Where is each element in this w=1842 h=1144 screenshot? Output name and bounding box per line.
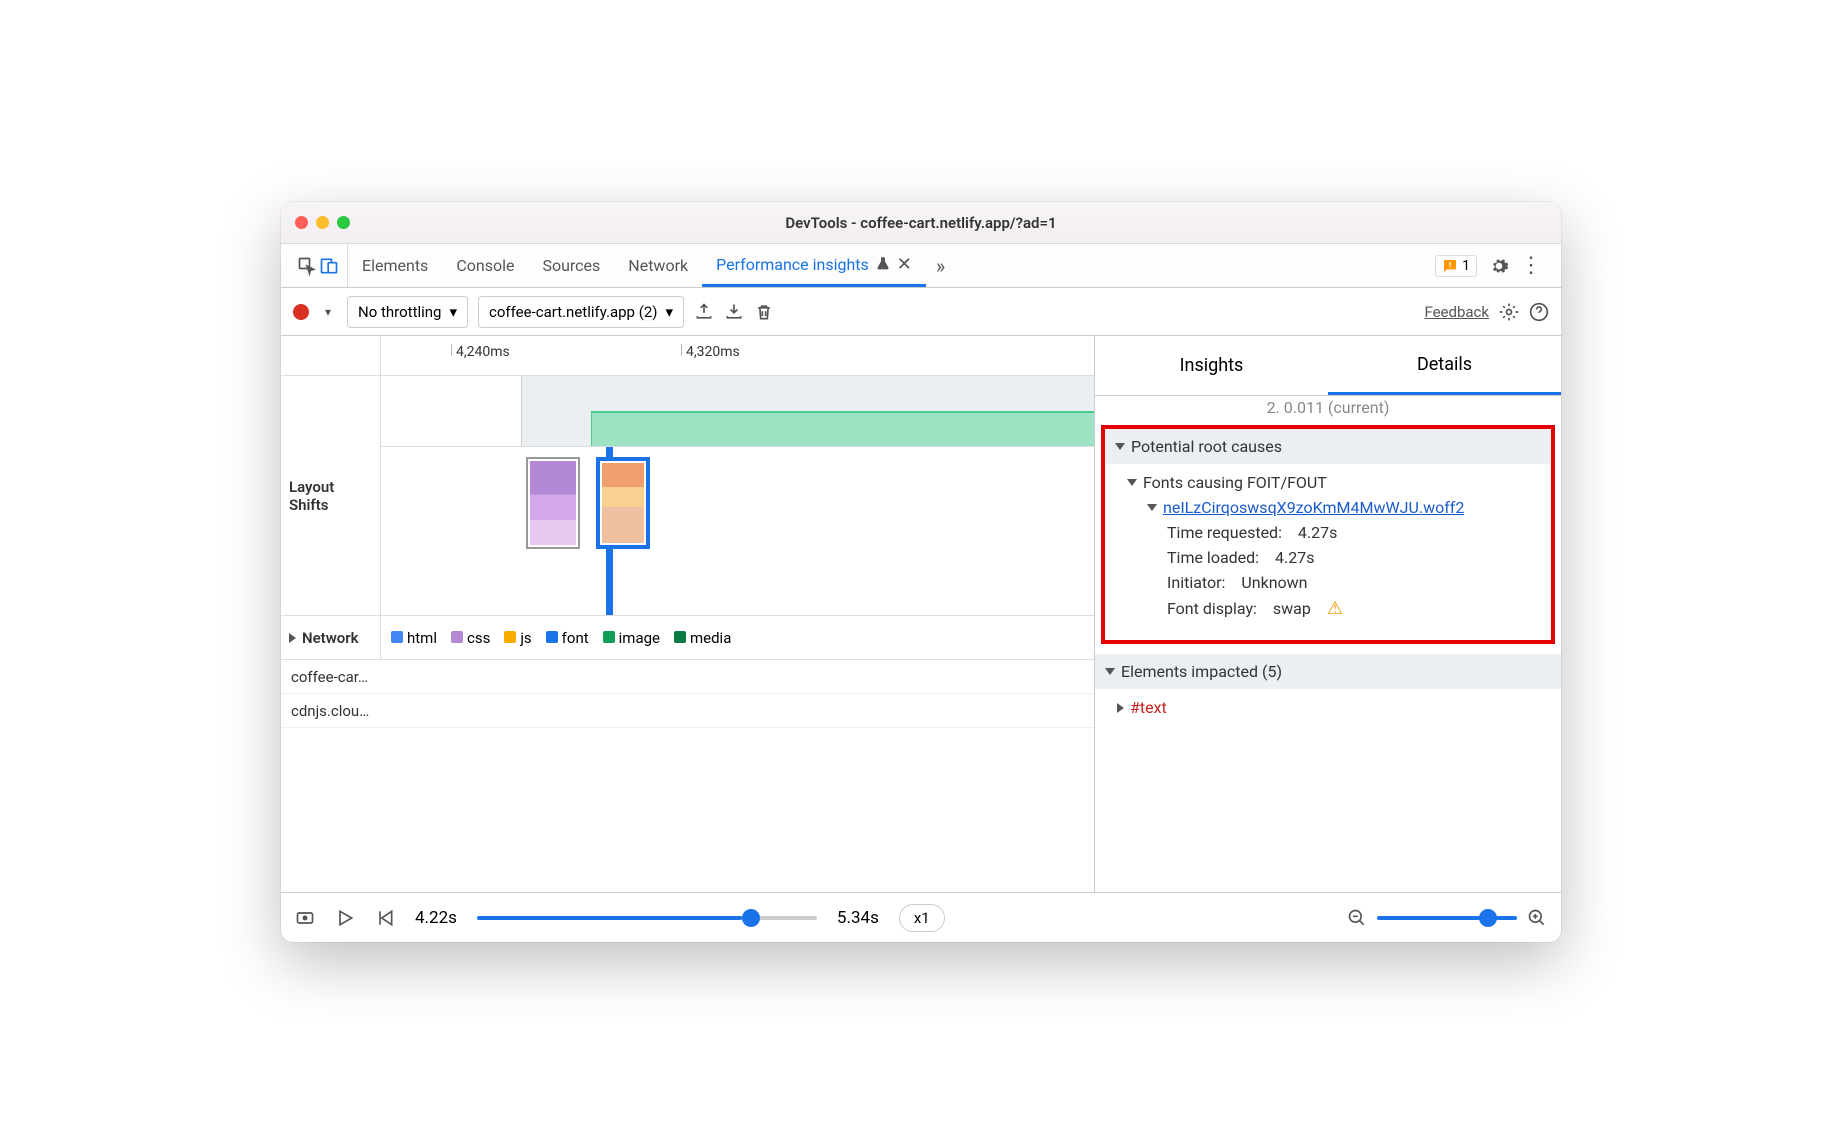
tab-insights[interactable]: Insights xyxy=(1095,336,1328,395)
ruler-tick: 4,320ms xyxy=(681,344,740,356)
root-causes-highlight: Potential root causes Fonts causing FOIT… xyxy=(1101,425,1555,644)
speed-chip[interactable]: x1 xyxy=(899,904,945,932)
more-tabs-icon[interactable]: » xyxy=(926,244,955,287)
font-detail-row: Initiator: Unknown xyxy=(1127,570,1541,595)
tab-details[interactable]: Details xyxy=(1328,336,1561,395)
warning-icon xyxy=(1442,258,1458,274)
legend-item: font xyxy=(546,629,589,647)
disclosure-icon xyxy=(1105,668,1115,675)
legend-item: html xyxy=(391,629,437,647)
zoom-slider[interactable] xyxy=(1377,916,1517,920)
details-content: 2. 0.011 (current) Potential root causes… xyxy=(1095,396,1561,892)
time-ruler: 4,240ms 4,320ms xyxy=(281,336,1094,376)
layout-shifts-track: Layout Shifts xyxy=(281,376,1094,616)
window-controls xyxy=(295,216,350,229)
font-file-node[interactable]: neILzCirqoswsqX9zoKmM4MwWJU.woff2 xyxy=(1127,495,1541,520)
settings-icon[interactable] xyxy=(1489,256,1509,276)
disclosure-icon xyxy=(1115,443,1125,450)
chevron-down-icon: ▾ xyxy=(449,303,457,321)
time-end: 5.34s xyxy=(837,908,879,928)
details-tabs: Insights Details xyxy=(1095,336,1561,396)
zoom-in-icon[interactable] xyxy=(1527,908,1547,928)
panel-tabs: Elements Console Sources Network Perform… xyxy=(281,244,1561,288)
close-tab-icon[interactable]: ✕ xyxy=(897,254,912,275)
network-request-list: coffee-car… cdnjs.clou… xyxy=(281,660,1094,728)
element-tree-node[interactable]: #text xyxy=(1117,695,1551,720)
feedback-link[interactable]: Feedback xyxy=(1424,303,1489,321)
disclosure-icon xyxy=(1147,504,1157,511)
throttling-select[interactable]: No throttling ▾ xyxy=(347,296,468,328)
tab-sources[interactable]: Sources xyxy=(528,244,614,287)
minimize-window-button[interactable] xyxy=(316,216,329,229)
network-track: Network html css js font image media xyxy=(281,616,1094,660)
track-label-network: Network xyxy=(281,616,381,659)
time-slider[interactable] xyxy=(477,916,817,920)
skip-back-icon[interactable] xyxy=(375,908,395,928)
delete-icon[interactable] xyxy=(754,302,774,322)
font-detail-row: Time loaded: 4.27s xyxy=(1127,545,1541,570)
devtools-window: DevTools - coffee-cart.netlify.app/?ad=1… xyxy=(281,202,1561,942)
fonts-tree-node[interactable]: Fonts causing FOIT/FOUT xyxy=(1127,470,1541,495)
flask-icon xyxy=(875,256,891,272)
cutoff-text: 2. 0.011 (current) xyxy=(1095,396,1561,425)
tab-elements[interactable]: Elements xyxy=(348,244,442,287)
warning-count: 1 xyxy=(1462,258,1470,274)
disclosure-icon xyxy=(1117,703,1124,713)
disclosure-icon xyxy=(1127,479,1137,486)
chevron-down-icon: ▾ xyxy=(666,303,674,321)
maximize-window-button[interactable] xyxy=(337,216,350,229)
details-panel: Insights Details 2. 0.011 (current) Pote… xyxy=(1095,336,1561,892)
record-dropdown-icon[interactable]: ▾ xyxy=(319,305,337,319)
legend-item: js xyxy=(504,629,531,647)
preview-icon[interactable] xyxy=(295,908,315,928)
layout-shifts-body[interactable] xyxy=(381,376,1094,615)
track-label-layout: Layout Shifts xyxy=(281,376,381,615)
close-window-button[interactable] xyxy=(295,216,308,229)
layout-shift-thumb[interactable] xyxy=(526,457,580,549)
time-start: 4.22s xyxy=(415,908,457,928)
playback-footer: 4.22s 5.34s x1 xyxy=(281,892,1561,942)
zoom-out-icon[interactable] xyxy=(1347,908,1367,928)
play-icon[interactable] xyxy=(335,908,355,928)
network-request-item[interactable]: coffee-car… xyxy=(281,660,1094,694)
tab-performance-insights[interactable]: Performance insights ✕ xyxy=(702,244,926,287)
help-icon[interactable] xyxy=(1529,302,1549,322)
record-button[interactable] xyxy=(293,304,309,320)
tab-network[interactable]: Network xyxy=(614,244,702,287)
font-file-link[interactable]: neILzCirqoswsqX9zoKmM4MwWJU.woff2 xyxy=(1163,498,1464,517)
network-request-item[interactable]: cdnjs.clou… xyxy=(281,694,1094,728)
import-icon[interactable] xyxy=(724,302,744,322)
root-causes-header[interactable]: Potential root causes xyxy=(1105,429,1551,464)
tab-console[interactable]: Console xyxy=(442,244,528,287)
titlebar: DevTools - coffee-cart.netlify.app/?ad=1 xyxy=(281,202,1561,244)
legend-item: css xyxy=(451,629,490,647)
elements-impacted-header[interactable]: Elements impacted (5) xyxy=(1095,654,1561,689)
warnings-badge[interactable]: 1 xyxy=(1435,255,1477,277)
inspect-icon[interactable] xyxy=(297,256,317,276)
panel-settings-icon[interactable] xyxy=(1499,302,1519,322)
export-icon[interactable] xyxy=(694,302,714,322)
warning-icon: ⚠ xyxy=(1327,598,1343,619)
insights-toolbar: ▾ No throttling ▾ coffee-cart.netlify.ap… xyxy=(281,288,1561,336)
font-detail-row: Font display: swap ⚠ xyxy=(1127,595,1541,622)
main-area: 4,240ms 4,320ms Layout Shifts xyxy=(281,336,1561,892)
expand-icon[interactable] xyxy=(289,633,296,643)
legend-item: image xyxy=(603,629,660,647)
timeline-panel: 4,240ms 4,320ms Layout Shifts xyxy=(281,336,1095,892)
device-toggle-icon[interactable] xyxy=(319,256,339,276)
font-detail-row: Time requested: 4.27s xyxy=(1127,520,1541,545)
kebab-menu-icon[interactable]: ⋮ xyxy=(1521,256,1541,276)
target-select[interactable]: coffee-cart.netlify.app (2) ▾ xyxy=(478,296,684,328)
window-title: DevTools - coffee-cart.netlify.app/?ad=1 xyxy=(281,214,1561,232)
layout-shift-thumb-selected[interactable] xyxy=(596,457,650,549)
legend-item: media xyxy=(674,629,731,647)
ruler-tick: 4,240ms xyxy=(451,344,510,356)
network-legend: html css js font image media xyxy=(381,616,1094,659)
